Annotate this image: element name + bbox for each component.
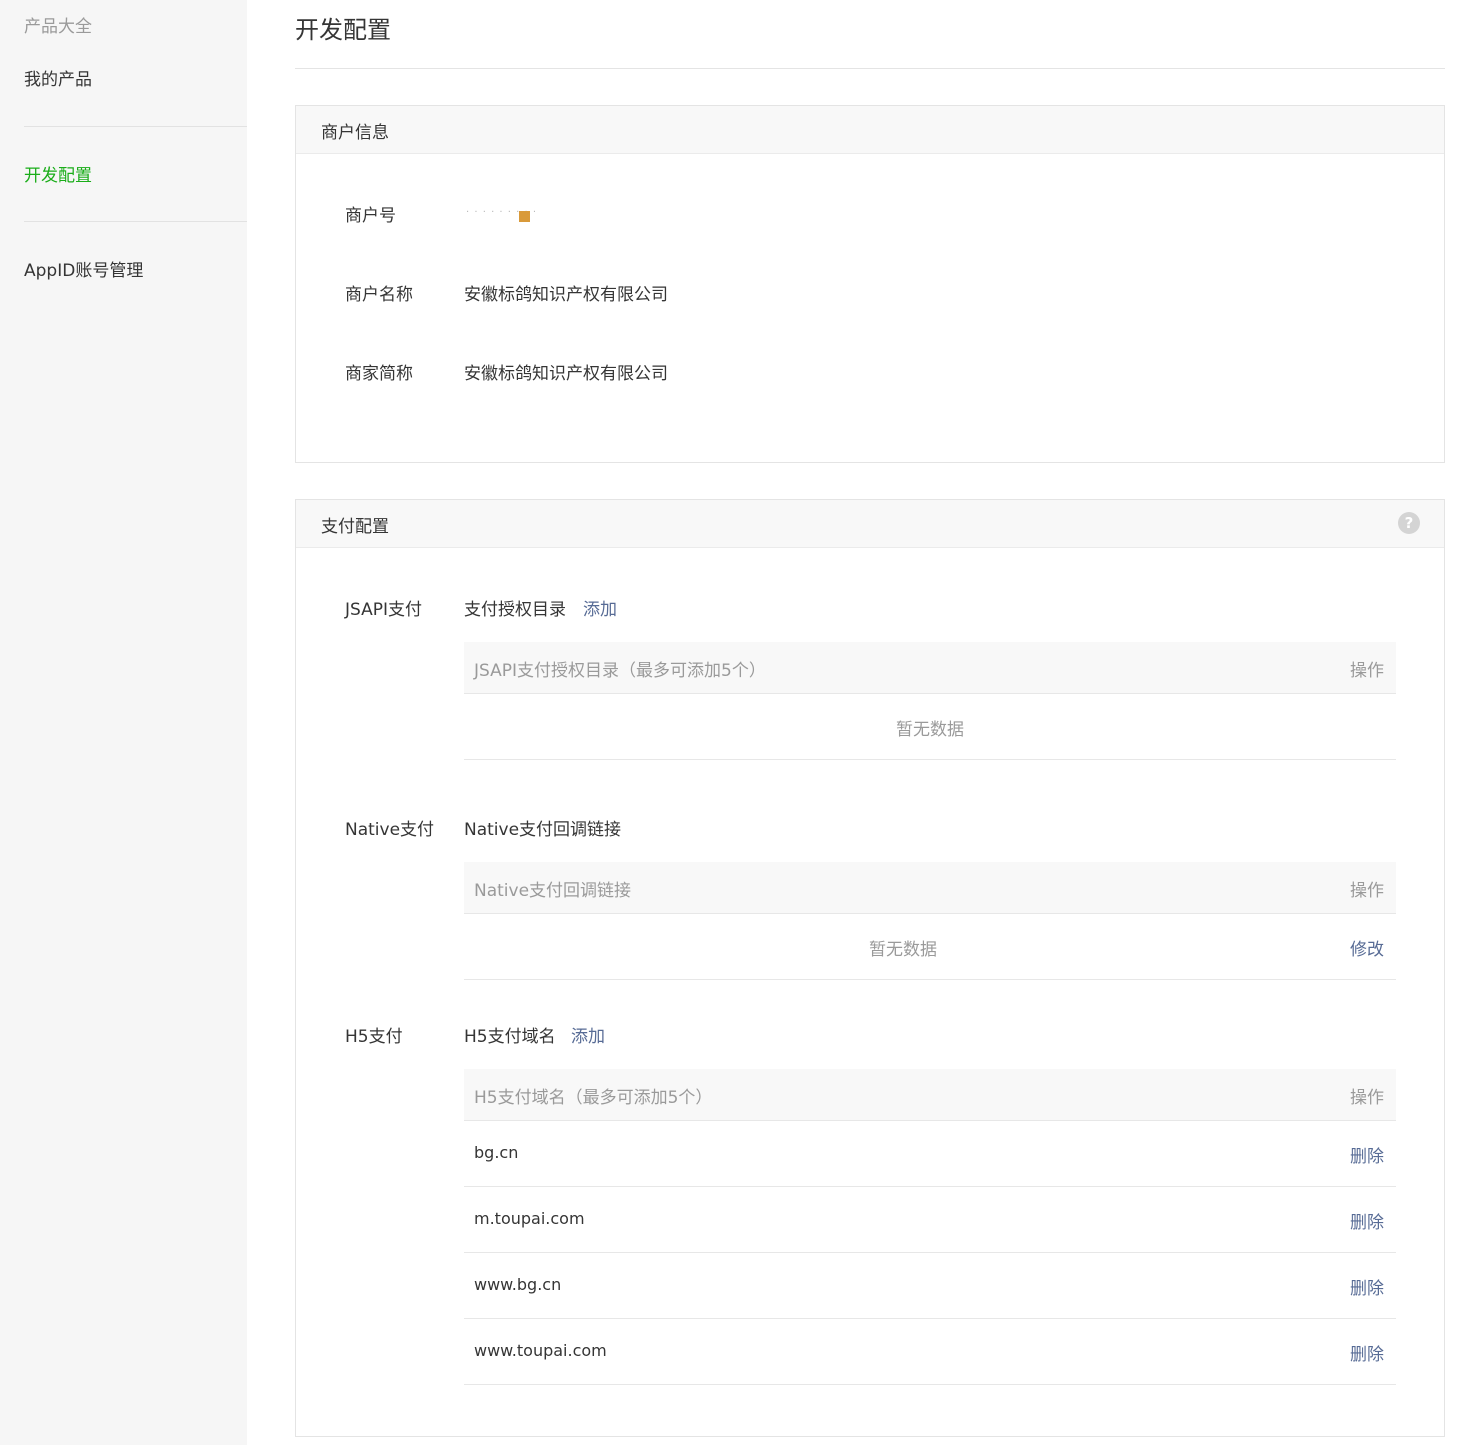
merchant-id-label: 商户号 (345, 206, 396, 226)
edit-link[interactable]: 修改 (1350, 935, 1384, 960)
native-label: Native支付 (345, 820, 435, 840)
table-header: H5支付域名（最多可添加5个） 操作 (464, 1069, 1396, 1121)
delete-link[interactable]: 删除 (1350, 1142, 1384, 1167)
empty-text: 暂无数据 (869, 940, 937, 960)
sidebar-item-my-products[interactable]: 我的产品 (24, 65, 92, 90)
delete-link[interactable]: 删除 (1350, 1340, 1384, 1365)
table-row: bg.cn 删除 (464, 1121, 1396, 1187)
h5-label: H5支付 (345, 1027, 403, 1047)
empty-text: 暂无数据 (896, 720, 964, 740)
jsapi-table: JSAPI支付授权目录（最多可添加5个） 操作 暂无数据 (464, 642, 1396, 760)
jsapi-label: JSAPI支付 (345, 600, 423, 620)
h5-subtitle: H5支付域名 (464, 1027, 556, 1047)
native-subtitle: Native支付回调链接 (464, 820, 622, 840)
title-divider (295, 68, 1445, 69)
column-header: H5支付域名（最多可添加5个） (474, 1088, 713, 1108)
native-table: Native支付回调链接 操作 暂无数据 修改 (464, 862, 1396, 980)
merchant-info-header: 商户信息 (296, 106, 1444, 154)
merchant-id-masked-value: · · · · · · · · · (466, 205, 556, 222)
sidebar-group-title: 产品大全 (24, 17, 92, 37)
domain-cell: bg.cn (474, 1143, 519, 1162)
merchant-info-title: 商户信息 (321, 123, 389, 143)
sidebar-item-appid-management[interactable]: AppID账号管理 (24, 256, 143, 281)
jsapi-subtitle: 支付授权目录 (464, 600, 566, 620)
page-title: 开发配置 (295, 16, 391, 44)
payment-config-header: 支付配置 ? (296, 500, 1444, 548)
domain-cell: m.toupai.com (474, 1209, 585, 1228)
merchant-name-label: 商户名称 (345, 285, 413, 305)
sidebar-item-dev-config[interactable]: 开发配置 (24, 161, 92, 186)
payment-config-title: 支付配置 (321, 517, 389, 537)
sidebar-divider (24, 126, 247, 127)
table-row: www.bg.cn 删除 (464, 1253, 1396, 1319)
h5-table: H5支付域名（最多可添加5个） 操作 bg.cn 删除 m.toupai.com… (464, 1069, 1396, 1385)
empty-row: 暂无数据 (464, 694, 1396, 760)
help-icon[interactable]: ? (1398, 512, 1420, 534)
domain-cell: www.toupai.com (474, 1341, 607, 1360)
short-name-label: 商家简称 (345, 364, 413, 384)
sidebar: 产品大全 我的产品 开发配置 AppID账号管理 (0, 0, 247, 1445)
redaction-mark (519, 211, 530, 222)
merchant-name-value: 安徽标鸽知识产权有限公司 (464, 285, 668, 305)
column-header-action: 操作 (1350, 881, 1384, 901)
merchant-info-panel: 商户信息 商户号 · · · · · · · · · 商户名称 安徽标鸽知识产权… (295, 105, 1445, 463)
column-header-action: 操作 (1350, 1088, 1384, 1108)
delete-link[interactable]: 删除 (1350, 1274, 1384, 1299)
column-header: JSAPI支付授权目录（最多可添加5个） (474, 661, 766, 681)
table-row: www.toupai.com 删除 (464, 1319, 1396, 1385)
sidebar-divider (24, 221, 247, 222)
jsapi-add-link[interactable]: 添加 (583, 595, 617, 620)
short-name-value: 安徽标鸽知识产权有限公司 (464, 364, 668, 384)
column-header: Native支付回调链接 (474, 881, 632, 901)
table-row: 暂无数据 修改 (464, 914, 1396, 980)
table-header: Native支付回调链接 操作 (464, 862, 1396, 914)
delete-link[interactable]: 删除 (1350, 1208, 1384, 1233)
table-header: JSAPI支付授权目录（最多可添加5个） 操作 (464, 642, 1396, 694)
domain-cell: www.bg.cn (474, 1275, 562, 1294)
h5-add-link[interactable]: 添加 (571, 1022, 605, 1047)
column-header-action: 操作 (1350, 661, 1384, 681)
payment-config-panel: 支付配置 ? JSAPI支付 支付授权目录 添加 JSAPI支付授权目录（最多可… (295, 499, 1445, 1437)
table-row: m.toupai.com 删除 (464, 1187, 1396, 1253)
